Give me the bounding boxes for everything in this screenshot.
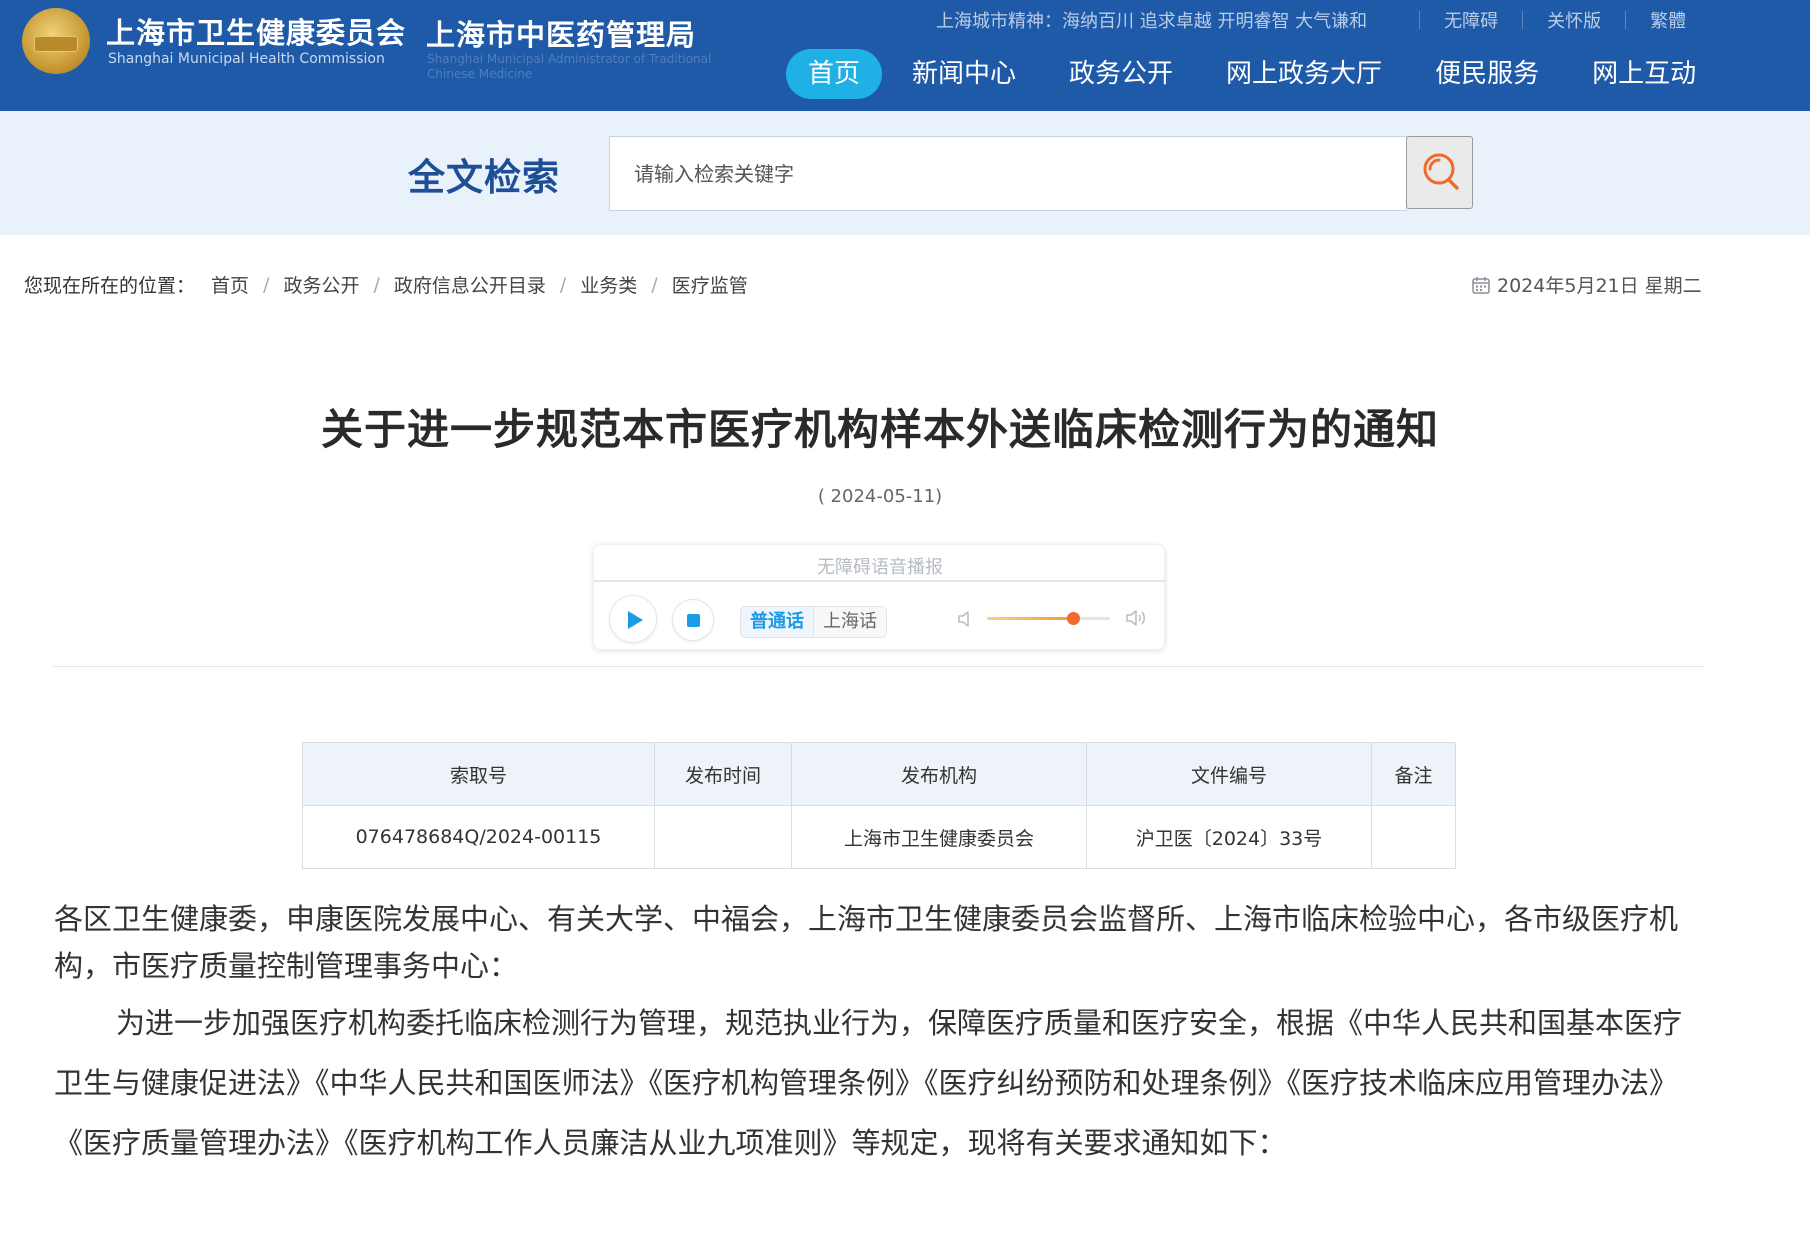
audio-player: 无障碍语音播报 普通话 上海话: [593, 544, 1166, 650]
search-icon: [1423, 153, 1459, 190]
calendar-icon: [1472, 276, 1490, 294]
player-progress-line: [594, 580, 1166, 582]
breadcrumb-prefix: 您现在所在的位置：: [24, 275, 196, 297]
stop-icon: [687, 614, 700, 627]
main-nav: 首页 新闻中心 政务公开 网上政务大厅 便民服务 网上互动: [786, 48, 1725, 100]
care-version-link[interactable]: 关怀版: [1547, 7, 1601, 33]
org-name-en: Shanghai Municipal Health Commission: [108, 51, 385, 67]
current-date-text: 2024年5月21日 星期二: [1497, 275, 1702, 297]
play-icon: [628, 611, 643, 629]
breadcrumb: 您现在所在的位置： 首页 / 政务公开 / 政府信息公开目录 / 业务类 / 医…: [24, 271, 748, 298]
language-toggle: 普通话 上海话: [740, 606, 887, 638]
org-name[interactable]: 上海市卫生健康委员会: [106, 10, 406, 52]
nav-item-services[interactable]: 便民服务: [1411, 49, 1563, 99]
table-cell-document-number: 沪卫医〔2024〕33号: [1086, 805, 1372, 869]
volume-fill: [987, 617, 1074, 620]
separator: [1522, 11, 1524, 29]
nav-item-interaction[interactable]: 网上互动: [1568, 49, 1720, 99]
table-header: 备注: [1371, 742, 1456, 806]
nav-item-online-hall[interactable]: 网上政务大厅: [1202, 49, 1406, 99]
article-paragraph-recipients: 各区卫生健康委，申康医院发展中心、有关大学、中福会，上海市卫生健康委员会监督所、…: [54, 902, 1679, 983]
breadcrumb-item-business[interactable]: 业务类: [580, 271, 637, 298]
article-date: ( 2024-05-11): [817, 486, 943, 507]
stop-button[interactable]: [672, 599, 714, 641]
breadcrumb-item-gov-affairs[interactable]: 政务公开: [283, 271, 359, 298]
table-cell-index-number: 076478684Q/2024-00115: [302, 805, 655, 869]
article-title: 关于进一步规范本市医疗机构样本外送临床检测行为的通知: [320, 405, 1439, 454]
volume-slider[interactable]: [987, 612, 1110, 625]
search-button[interactable]: [1406, 136, 1473, 209]
breadcrumb-item-medical-supervision[interactable]: 医疗监管: [672, 271, 748, 298]
table-header: 文件编号: [1086, 742, 1372, 806]
volume-high-icon[interactable]: [1124, 607, 1150, 629]
divider: [53, 666, 1704, 667]
separator: [1419, 11, 1421, 29]
nav-item-news[interactable]: 新闻中心: [888, 49, 1040, 99]
health-commission-logo-icon[interactable]: [22, 8, 90, 74]
nav-item-home[interactable]: 首页: [786, 49, 883, 99]
breadcrumb-separator: /: [559, 273, 567, 296]
table-cell-remarks: [1371, 805, 1456, 869]
document-info-table: 索取号 发布时间 发布机构 文件编号 备注 076478684Q/2024-00…: [302, 742, 1456, 869]
search-input[interactable]: [609, 136, 1407, 211]
org2-name[interactable]: 上海市中医药管理局: [426, 12, 696, 54]
breadcrumb-separator: /: [373, 273, 380, 296]
separator: [1625, 11, 1627, 29]
search-title: 全文检索: [408, 156, 560, 199]
org2-name-en: Shanghai Municipal Administrator of Trad…: [427, 52, 712, 81]
site-header: 上海市卫生健康委员会 Shanghai Municipal Health Com…: [0, 0, 1810, 111]
article-paragraph-intro: 为进一步加强医疗机构委托临床检测行为管理，规范执业行为，保障医疗质量和医疗安全，…: [54, 1006, 1683, 1160]
article-body: 各区卫生健康委，申康医院发展中心、有关大学、中福会，上海市卫生健康委员会监督所、…: [54, 896, 1706, 1173]
nav-item-gov-affairs[interactable]: 政务公开: [1045, 49, 1197, 99]
table-cell-publisher: 上海市卫生健康委员会: [791, 805, 1087, 869]
play-button[interactable]: [609, 595, 657, 643]
breadcrumb-item-home[interactable]: 首页: [211, 271, 249, 298]
table-header: 发布时间: [654, 742, 792, 806]
audio-player-label: 无障碍语音播报: [817, 557, 943, 578]
volume-knob[interactable]: [1067, 612, 1081, 625]
accessibility-link[interactable]: 无障碍: [1444, 7, 1498, 33]
table-header: 索取号: [302, 742, 655, 806]
table-cell-publish-time: [654, 805, 792, 869]
table-row: 076478684Q/2024-00115 上海市卫生健康委员会 沪卫医〔202…: [302, 805, 1456, 869]
current-date: 2024年5月21日 星期二: [1471, 271, 1702, 298]
lang-mandarin-button[interactable]: 普通话: [741, 607, 814, 637]
breadcrumb-separator: /: [263, 273, 270, 296]
top-links-bar: 上海城市精神：海纳百川 追求卓越 开明睿智 大气谦和 无障碍 关怀版 繁體: [936, 8, 1686, 32]
breadcrumb-item-catalog[interactable]: 政府信息公开目录: [394, 271, 546, 298]
volume-low-icon[interactable]: [956, 608, 976, 630]
breadcrumb-separator: /: [651, 273, 658, 296]
table-header-row: 索取号 发布时间 发布机构 文件编号 备注: [302, 742, 1456, 806]
traditional-chinese-link[interactable]: 繁體: [1650, 7, 1686, 33]
lang-shanghainese-button[interactable]: 上海话: [814, 607, 886, 637]
table-header: 发布机构: [791, 742, 1087, 806]
city-spirit-text: 上海城市精神：海纳百川 追求卓越 开明睿智 大气谦和: [936, 11, 1368, 32]
